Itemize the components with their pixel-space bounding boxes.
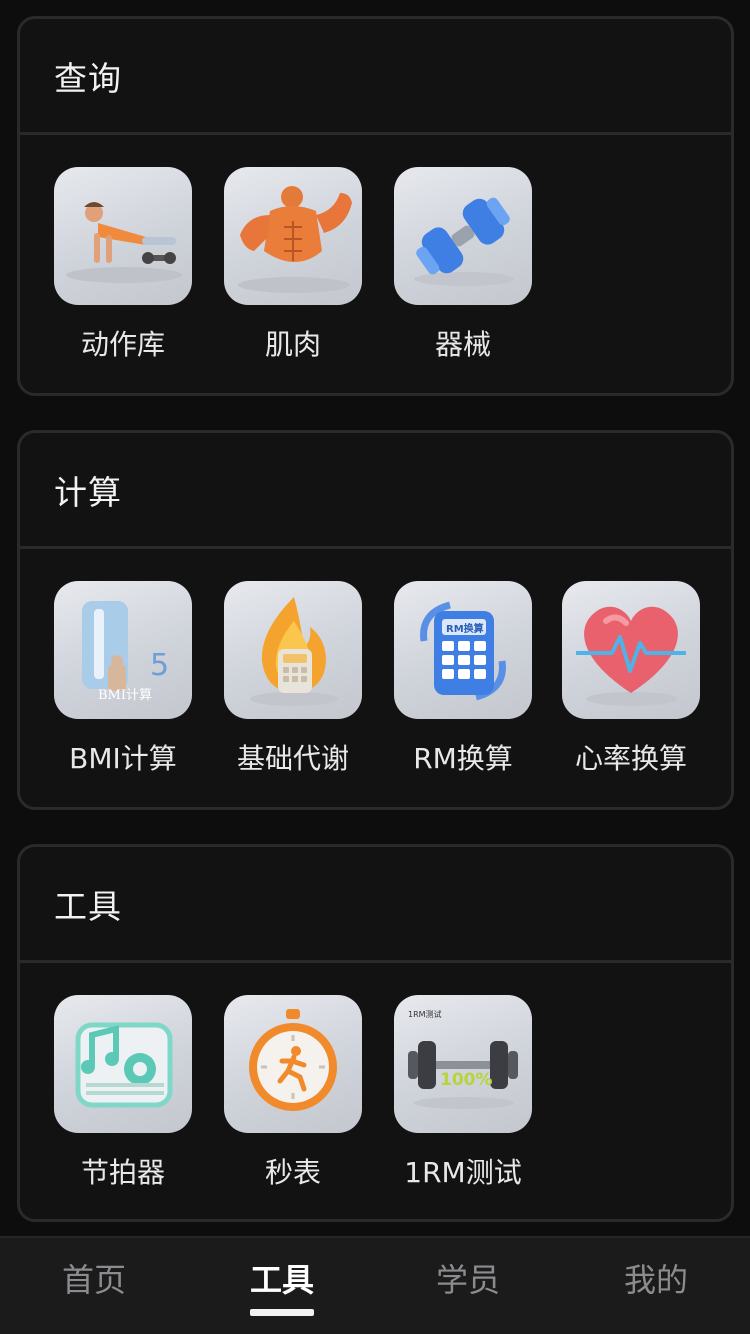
flame-calculator-icon	[224, 581, 362, 719]
tile-label: 1RM测试	[404, 1156, 522, 1189]
svg-text:BMI计算: BMI计算	[98, 688, 152, 703]
tab-mine[interactable]: 我的	[586, 1238, 726, 1334]
tile-stopwatch[interactable]: 秒表	[223, 995, 363, 1191]
query-card-title: 查询	[54, 58, 122, 98]
query-card: 查询 动作库 肌肉 器械	[17, 16, 734, 396]
rm-calculator-icon: RM换算	[394, 581, 532, 719]
calc-card-title: 计算	[54, 472, 122, 512]
tab-students[interactable]: 学员	[398, 1238, 538, 1334]
svg-text:1RM测试: 1RM测试	[408, 1009, 442, 1019]
tile-label: 节拍器	[80, 1156, 165, 1189]
pushup-figure-icon	[54, 167, 192, 305]
tile-label: 器械	[434, 328, 491, 361]
bmi-scale-icon: 5 BMI计算	[54, 581, 192, 719]
tab-home[interactable]: 首页	[24, 1238, 164, 1334]
tile-1rm-test[interactable]: 1RM测试 100% 1RM测试	[393, 995, 533, 1191]
svg-text:5: 5	[150, 648, 169, 683]
tile-heart-rate[interactable]: 心率换算	[561, 581, 701, 777]
query-card-header: 查询	[20, 19, 731, 135]
bottom-tab-bar: 首页 工具 学员 我的	[0, 1236, 750, 1334]
metronome-music-icon	[54, 995, 192, 1133]
heart-rate-icon	[562, 581, 700, 719]
tools-card-title: 工具	[54, 886, 122, 926]
svg-text:100%: 100%	[440, 1070, 493, 1090]
active-tab-indicator	[250, 1309, 314, 1316]
calc-card-body: 5 BMI计算 BMI计算 基础代谢 RM换算 RM换算 心率换算	[20, 549, 731, 807]
stopwatch-icon	[224, 995, 362, 1133]
tools-card-header: 工具	[20, 847, 731, 963]
tools-card-body: 节拍器 秒表 1RM测试 100% 1RM测试	[20, 963, 731, 1219]
tile-bmi[interactable]: 5 BMI计算 BMI计算	[53, 581, 193, 777]
barbell-icon: 1RM测试 100%	[394, 995, 532, 1133]
tile-muscle[interactable]: 肌肉	[223, 167, 363, 363]
calc-card: 计算 5 BMI计算 BMI计算 基础代谢 RM换算 RM换算 心率换算	[17, 430, 734, 810]
dumbbell-icon	[394, 167, 532, 305]
tile-label: 动作库	[80, 328, 165, 361]
query-card-body: 动作库 肌肉 器械	[20, 135, 731, 393]
tile-bmr[interactable]: 基础代谢	[223, 581, 363, 777]
tile-label: RM换算	[413, 742, 513, 775]
tile-label: 心率换算	[574, 742, 687, 775]
tile-rm-convert[interactable]: RM换算 RM换算	[393, 581, 533, 777]
tile-label: 基础代谢	[236, 742, 349, 775]
tile-label: 肌肉	[264, 328, 321, 361]
tile-label: 秒表	[264, 1156, 321, 1189]
tile-exercise-library[interactable]: 动作库	[53, 167, 193, 363]
tile-metronome[interactable]: 节拍器	[53, 995, 193, 1191]
tools-card: 工具 节拍器 秒表 1RM测试 100% 1RM测试	[17, 844, 734, 1222]
tools-page-content: 查询 动作库 肌肉 器械 计算 5 BMI计算 BMI计算 基础代谢 RM换算 …	[0, 0, 750, 1236]
tab-tools[interactable]: 工具	[212, 1238, 352, 1334]
tile-equipment[interactable]: 器械	[393, 167, 533, 363]
svg-text:RM换算: RM换算	[446, 622, 484, 635]
calc-card-header: 计算	[20, 433, 731, 549]
muscle-torso-icon	[224, 167, 362, 305]
tile-label: BMI计算	[69, 742, 177, 775]
